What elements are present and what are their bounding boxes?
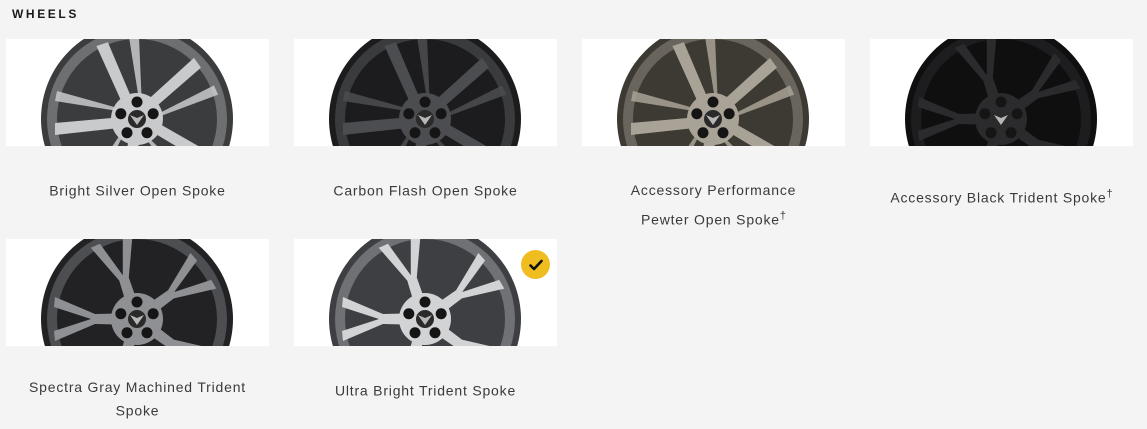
section-title: WHEELS	[12, 7, 79, 21]
wheel-label: Ultra Bright Trident Spoke	[334, 382, 517, 399]
wheel-option-spectra-gray-machined-trident-spoke[interactable]: Spectra Gray Machined Trident Spoke	[6, 239, 269, 429]
lug-nut	[717, 127, 729, 139]
wheel-option-accessory-performance-pewter-open-spoke[interactable]: Accessory Performance Pewter Open Spoke†	[582, 39, 845, 229]
wheel-label: Accessory Performance Pewter Open Spoke†	[630, 182, 797, 228]
wheel-label: Carbon Flash Open Spoke	[333, 182, 518, 199]
lug-nut	[435, 308, 447, 320]
lug-nut	[419, 96, 431, 108]
lug-nut	[435, 108, 447, 120]
wheel-label: Spectra Gray Machined Trident Spoke	[29, 379, 246, 419]
wheel-option-ultra-bright-trident-spoke[interactable]: Ultra Bright Trident Spoke	[294, 239, 557, 429]
lug-nut	[115, 108, 127, 120]
wheel-option-carbon-flash-open-spoke[interactable]: Carbon Flash Open Spoke	[294, 39, 557, 229]
wheel-graphic	[41, 39, 233, 146]
wheel-image	[6, 239, 269, 346]
lug-nut	[691, 108, 703, 120]
lug-nut	[707, 96, 719, 108]
lug-nut	[697, 127, 709, 139]
lug-nut	[409, 127, 421, 139]
lug-nut	[147, 308, 159, 320]
lug-nut	[403, 108, 415, 120]
lug-nut	[723, 108, 735, 120]
wheel-graphic	[329, 39, 521, 146]
selected-check-icon	[521, 250, 550, 279]
lug-nut	[995, 96, 1007, 108]
lug-nut	[1005, 127, 1017, 139]
lug-nut	[131, 296, 143, 308]
lug-nut	[147, 108, 159, 120]
wheel-graphic	[617, 39, 809, 146]
wheel-label: Bright Silver Open Spoke	[49, 182, 226, 199]
lug-nut	[115, 308, 127, 320]
wheel-graphic	[41, 239, 233, 346]
lug-nut	[979, 108, 991, 120]
wheel-image	[870, 39, 1133, 146]
lug-nut	[121, 327, 133, 339]
lug-nut	[121, 127, 133, 139]
wheel-graphic	[329, 239, 521, 346]
wheel-option-accessory-black-trident-spoke[interactable]: Accessory Black Trident Spoke†	[870, 39, 1133, 229]
lug-nut	[131, 96, 143, 108]
lug-nut	[419, 296, 431, 308]
lug-nut	[403, 308, 415, 320]
lug-nut	[985, 127, 997, 139]
wheel-label: Accessory Black Trident Spoke†	[890, 188, 1113, 206]
wheel-option-bright-silver-open-spoke[interactable]: Bright Silver Open Spoke	[6, 39, 269, 229]
lug-nut	[141, 327, 153, 339]
wheel-image	[294, 39, 557, 146]
lug-nut	[429, 327, 441, 339]
lug-nut	[429, 127, 441, 139]
lug-nut	[141, 127, 153, 139]
wheel-image	[582, 39, 845, 146]
lug-nut	[1011, 108, 1023, 120]
wheel-image	[294, 239, 557, 346]
lug-nut	[409, 327, 421, 339]
wheel-graphic	[905, 39, 1097, 146]
wheel-image	[6, 39, 269, 146]
